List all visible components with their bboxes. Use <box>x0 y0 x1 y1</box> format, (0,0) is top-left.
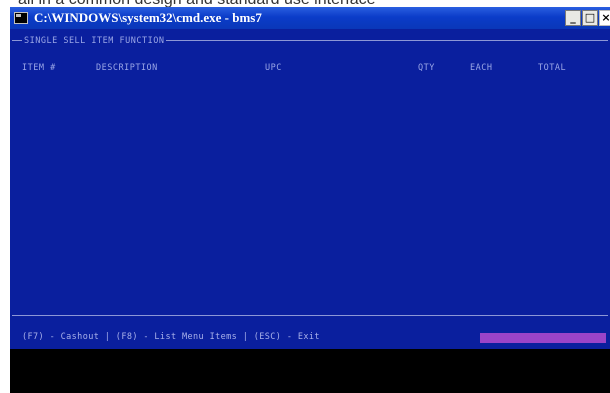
column-header-item: ITEM # <box>22 63 56 73</box>
function-key-help: (F7) - Cashout | (F8) - List Menu Items … <box>22 332 320 342</box>
column-header-description: DESCRIPTION <box>96 63 158 73</box>
status-bar <box>480 333 606 343</box>
window-title-bar[interactable]: C:\WINDOWS\system32\cmd.exe - bms7 _ □ × <box>10 7 610 29</box>
column-header-upc: UPC <box>265 63 282 73</box>
close-button[interactable]: × <box>599 10 610 26</box>
minimize-button[interactable]: _ <box>565 10 581 26</box>
console-screen[interactable]: SINGLE SELL ITEM FUNCTION ITEM # DESCRIP… <box>10 29 610 349</box>
column-header-qty: QTY <box>418 63 435 73</box>
console-bottom-area <box>10 349 610 393</box>
column-header-each: EACH <box>470 63 493 73</box>
column-header-total: TOTAL <box>538 63 567 73</box>
console-icon[interactable] <box>14 12 28 24</box>
maximize-button[interactable]: □ <box>582 10 598 26</box>
window-title: C:\WINDOWS\system32\cmd.exe - bms7 <box>34 10 262 25</box>
section-title: SINGLE SELL ITEM FUNCTION <box>22 36 167 46</box>
frame-bottom-line <box>12 315 608 316</box>
